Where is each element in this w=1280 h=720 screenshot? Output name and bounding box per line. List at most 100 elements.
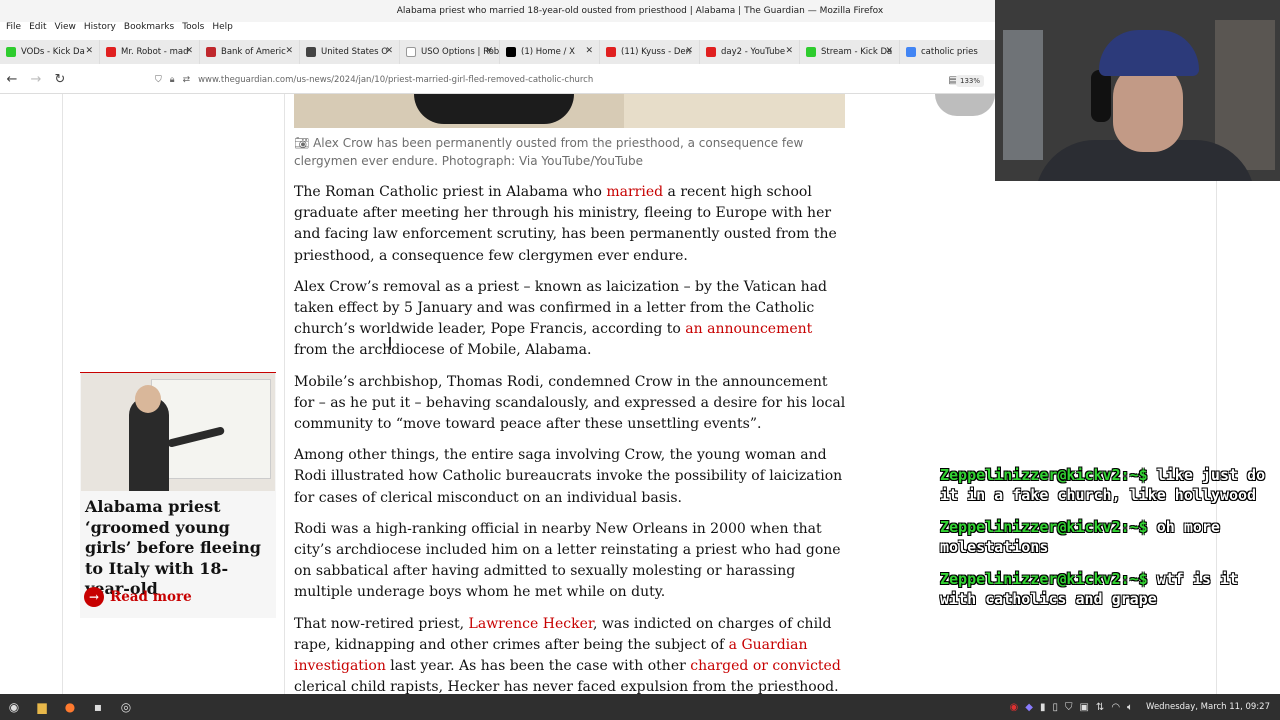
- chat-username: Zeppelinizzer@kickv2:~$: [940, 466, 1148, 484]
- paragraph: Mobile’s archbishop, Thomas Rodi, condem…: [294, 373, 846, 433]
- image-caption: 📷︎ Alex Crow has been permanently ousted…: [294, 134, 834, 170]
- chat-message: Zeppelinizzer@kickv2:~$ like just do it …: [940, 465, 1270, 505]
- shield-icon[interactable]: ⛉: [1065, 702, 1073, 713]
- taskbar: ◉ ▆ ● ▪ ◎ ◉ ◆ ▮ ▯ ⛉ ▣ ⇅ ◠ 🔈︎ Wednesday, …: [0, 694, 1280, 720]
- tab-close-icon[interactable]: ✕: [385, 46, 393, 56]
- network-icon[interactable]: ⇅: [1096, 702, 1104, 713]
- files-icon[interactable]: ▆: [28, 694, 56, 720]
- menu-help[interactable]: Help: [210, 20, 235, 38]
- chat-message: Zeppelinizzer@kickv2:~$ wtf is it with c…: [940, 569, 1270, 609]
- volume-icon[interactable]: 🔈︎: [1127, 702, 1133, 713]
- tab-label[interactable]: Stream - Kick Da: [821, 47, 892, 57]
- menu-bookmarks[interactable]: Bookmarks: [122, 20, 176, 38]
- married-link[interactable]: married: [606, 184, 663, 200]
- tray-icon[interactable]: ▯: [1052, 702, 1058, 713]
- paragraph: Among other things, the entire saga invo…: [294, 447, 843, 506]
- tab-label[interactable]: (11) Kyuss - Den: [621, 47, 691, 57]
- tab-label[interactable]: VODs - Kick Da: [21, 47, 85, 57]
- tab-close-icon[interactable]: ✕: [185, 46, 193, 56]
- charged-convicted-link[interactable]: charged or convicted: [690, 658, 841, 674]
- related-headline[interactable]: Alabama priest ‘groomed young girls’ bef…: [85, 497, 273, 600]
- menu-file[interactable]: File: [4, 20, 23, 38]
- column-divider: [62, 94, 63, 694]
- caption-text: Alex Crow has been permanently ousted fr…: [294, 136, 804, 168]
- tab-label[interactable]: Bank of Americ: [221, 47, 286, 57]
- tab-label[interactable]: catholic pries: [921, 47, 978, 57]
- browser-tab[interactable]: (11) Kyuss - Den ✕: [600, 40, 700, 64]
- tab-favicon-icon: [706, 47, 716, 57]
- discord-icon[interactable]: ◆: [1025, 702, 1033, 713]
- tab-close-icon[interactable]: ✕: [785, 46, 793, 56]
- menu-tools[interactable]: Tools: [180, 20, 206, 38]
- page-graphic: [935, 94, 995, 116]
- browser-tab[interactable]: (1) Home / X ✕: [500, 40, 600, 64]
- tab-close-icon[interactable]: ✕: [585, 46, 593, 56]
- tab-label[interactable]: Mr. Robot - mad: [121, 47, 188, 57]
- tab-close-icon[interactable]: ✕: [85, 46, 93, 56]
- tab-label[interactable]: (1) Home / X: [521, 47, 575, 57]
- tab-favicon-icon: [206, 47, 216, 57]
- announcement-link[interactable]: an announcement: [685, 321, 812, 337]
- tab-favicon-icon: [106, 47, 116, 57]
- navigation-bar: ← → ↻ ⛉ 🔒︎ ⇄ www.theguardian.com/us-news…: [0, 66, 995, 94]
- lock-icon[interactable]: 🔒︎: [170, 75, 175, 85]
- article-main-image: [294, 94, 845, 128]
- menu-history[interactable]: History: [82, 20, 118, 38]
- url-text[interactable]: www.theguardian.com/us-news/2024/jan/10/…: [198, 75, 593, 85]
- system-tray: ◉ ◆ ▮ ▯ ⛉ ▣ ⇅ ◠ 🔈︎ Wednesday, March 11, …: [1010, 694, 1271, 720]
- shield-icon[interactable]: ⛉: [155, 75, 162, 85]
- tab-favicon-icon: [306, 47, 316, 57]
- read-more-label[interactable]: Read more: [110, 589, 192, 605]
- tray-icon[interactable]: ▮: [1040, 702, 1046, 713]
- forward-icon[interactable]: →: [24, 72, 48, 87]
- menu-bar: File Edit View History Bookmarks Tools H…: [0, 20, 235, 38]
- firefox-icon[interactable]: ●: [56, 694, 84, 720]
- tab-label[interactable]: United States O: [321, 47, 388, 57]
- browser-tab[interactable]: catholic pries: [900, 40, 1000, 64]
- start-menu-icon[interactable]: ◉: [0, 694, 28, 720]
- tab-favicon-icon: [406, 47, 416, 57]
- tab-favicon-icon: [906, 47, 916, 57]
- paragraph: Alex Crow’s removal as a priest – known …: [294, 278, 827, 359]
- related-article-card[interactable]: Alabama priest ‘groomed young girls’ bef…: [80, 372, 276, 618]
- tab-close-icon[interactable]: ✕: [485, 46, 493, 56]
- related-article-image: [81, 373, 275, 491]
- clock[interactable]: Wednesday, March 11, 09:27: [1146, 702, 1270, 712]
- obs-icon[interactable]: ◎: [112, 694, 140, 720]
- browser-tab[interactable]: VODs - Kick Da ✕: [0, 40, 100, 64]
- screen: Alabama priest who married 18-year-old o…: [0, 0, 1280, 720]
- tray-app-icon[interactable]: ◉: [1010, 702, 1019, 713]
- permissions-icon[interactable]: ⇄: [183, 75, 191, 85]
- lawrence-hecker-link[interactable]: Lawrence Hecker: [469, 616, 593, 632]
- menu-view[interactable]: View: [53, 20, 78, 38]
- tab-close-icon[interactable]: ✕: [685, 46, 693, 56]
- browser-tab[interactable]: United States O ✕: [300, 40, 400, 64]
- zoom-level[interactable]: 133%: [955, 75, 984, 87]
- browser-tab[interactable]: Bank of Americ ✕: [200, 40, 300, 64]
- camera-icon: 📷︎: [294, 136, 314, 150]
- wifi-icon[interactable]: ◠: [1111, 702, 1120, 713]
- reload-icon[interactable]: ↻: [48, 72, 72, 87]
- tab-favicon-icon: [806, 47, 816, 57]
- tab-bar: VODs - Kick Da ✕ Mr. Robot - mad ✕ Bank of A…: [0, 40, 1000, 64]
- tab-favicon-icon: [606, 47, 616, 57]
- url-bar[interactable]: ⛉ 🔒︎ ⇄ www.theguardian.com/us-news/2024/…: [155, 71, 990, 89]
- tab-close-icon[interactable]: ✕: [885, 46, 893, 56]
- tray-icon[interactable]: ▣: [1079, 702, 1088, 713]
- tab-close-icon[interactable]: ✕: [285, 46, 293, 56]
- column-divider: [284, 94, 285, 694]
- read-more-button[interactable]: → Read more: [84, 587, 192, 607]
- browser-tab[interactable]: day2 - YouTube ✕: [700, 40, 800, 64]
- browser-tab[interactable]: Mr. Robot - mad ✕: [100, 40, 200, 64]
- chat-overlay: Zeppelinizzer@kickv2:~$ like just do it …: [940, 465, 1270, 621]
- chat-username: Zeppelinizzer@kickv2:~$: [940, 570, 1148, 588]
- browser-tab[interactable]: USO Options | Robi ✕: [400, 40, 500, 64]
- article-body: The Roman Catholic priest in Alabama who…: [294, 182, 849, 708]
- webcam-overlay: [995, 0, 1280, 181]
- browser-tab[interactable]: Stream - Kick Da ✕: [800, 40, 900, 64]
- menu-edit[interactable]: Edit: [27, 20, 48, 38]
- terminal-icon[interactable]: ▪: [84, 694, 112, 720]
- tab-label[interactable]: day2 - YouTube: [721, 47, 785, 57]
- chat-username: Zeppelinizzer@kickv2:~$: [940, 518, 1148, 536]
- back-icon[interactable]: ←: [0, 72, 24, 87]
